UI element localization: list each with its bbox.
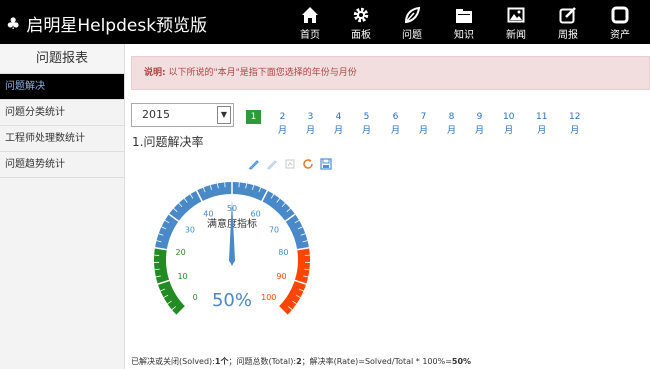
line-icon[interactable] xyxy=(284,155,296,169)
nav-label: 新闻 xyxy=(506,30,526,41)
sidebar: 问题报表 问题解决 问题分类统计 工程师处理数统计 问题趋势统计 xyxy=(0,44,125,369)
nav-label: 资产 xyxy=(610,30,630,41)
sidebar-item-trend-stats[interactable]: 问题趋势统计 xyxy=(0,152,124,178)
month-tab[interactable]: 12月 xyxy=(569,110,580,138)
month-tab[interactable]: 6月 xyxy=(391,110,400,138)
chart-toolbox xyxy=(248,155,332,170)
sidebar-title: 问题报表 xyxy=(0,44,124,74)
image-icon xyxy=(507,7,525,23)
gauge-needle-hub xyxy=(229,257,235,263)
month-tab[interactable]: 11月 xyxy=(536,110,547,138)
gauge-band xyxy=(278,247,310,316)
sidebar-item-engineer-stats[interactable]: 工程师处理数统计 xyxy=(0,126,124,152)
notice-prefix: 说明: xyxy=(144,68,166,78)
solved-label: 已解决或关闭(Solved): xyxy=(131,357,215,366)
edit-icon xyxy=(559,7,576,24)
nav-issues[interactable]: 问题 xyxy=(392,6,432,41)
nav-label: 面板 xyxy=(351,30,371,41)
top-bar: ♣ 启明星Helpdesk预览版 首页 面板 问题 知识 新闻 周报 资产 xyxy=(0,0,650,44)
rate-value: 50% xyxy=(451,357,472,366)
notice-alert: 说明: 以下所说的"本月"是指下面您选择的年份与月份 xyxy=(131,56,650,90)
nav-weekly-report[interactable]: 周报 xyxy=(548,6,588,41)
year-value: 2015 xyxy=(142,108,170,121)
nav-dashboard[interactable]: 面板 xyxy=(341,6,381,41)
month-tab[interactable]: 7月 xyxy=(419,110,428,138)
resolution-summary: 已解决或关闭(Solved):1个；问题总数(Total):2；解决率(Rate… xyxy=(131,356,471,367)
month-tab[interactable]: 2月 xyxy=(278,110,287,138)
gauge-tick-label: 20 xyxy=(176,248,186,257)
month-tab[interactable]: 10月 xyxy=(503,110,514,138)
gauge-tick-label: 80 xyxy=(278,248,288,257)
box-icon xyxy=(611,6,629,24)
save-icon[interactable] xyxy=(320,155,332,170)
notice-text: 以下所说的"本月"是指下面您选择的年份与月份 xyxy=(168,68,357,78)
gauge-tick-label: 70 xyxy=(269,225,279,234)
month-tab[interactable]: 8月 xyxy=(447,110,456,138)
app-title: 启明星Helpdesk预览版 xyxy=(26,16,208,36)
nav-label: 首页 xyxy=(300,30,320,41)
total-label: ；问题总数(Total): xyxy=(228,357,297,366)
sidebar-item-issue-resolution[interactable]: 问题解决 xyxy=(0,74,124,100)
gauge-chart: 0102030405060708090100 满意度指标 50% xyxy=(154,181,310,316)
restore-icon[interactable] xyxy=(266,155,278,170)
folder-icon xyxy=(456,9,472,23)
data-view-icon[interactable] xyxy=(248,155,260,170)
nav-news[interactable]: 新闻 xyxy=(496,6,536,41)
month-tab[interactable]: 9月 xyxy=(475,110,484,138)
month-tab[interactable]: 4月 xyxy=(334,110,343,138)
month-tab[interactable]: 1月 xyxy=(246,110,261,136)
nav-label: 问题 xyxy=(402,30,422,41)
gauge-tick-label: 90 xyxy=(276,272,286,281)
tree-logo-icon: ♣ xyxy=(6,14,21,33)
nav-assets[interactable]: 资产 xyxy=(600,6,640,41)
app-brand[interactable]: ♣ 启明星Helpdesk预览版 xyxy=(6,11,207,36)
gauge-tick-label: 40 xyxy=(203,210,213,219)
gauge-tick-label: 0 xyxy=(193,293,198,302)
gauge-tick-label: 30 xyxy=(185,225,195,234)
gauge-tick-label: 100 xyxy=(261,293,276,302)
gauge-value-label: 50% xyxy=(212,290,252,311)
rate-label: ；解决率(Rate)=Solved/Total * 100%= xyxy=(301,357,452,366)
refresh-icon[interactable] xyxy=(302,155,314,169)
section-title: 1.问题解决率 xyxy=(132,135,204,149)
home-icon xyxy=(302,7,318,23)
gauge-band xyxy=(154,247,186,316)
leaf-icon xyxy=(404,6,421,24)
month-tab[interactable]: 5月 xyxy=(362,110,371,138)
month-tab[interactable]: 3月 xyxy=(306,110,315,138)
nav-label: 知识 xyxy=(454,30,474,41)
gauge-tick-label: 60 xyxy=(251,210,261,219)
nav-label: 周报 xyxy=(558,30,578,41)
year-select[interactable]: 2015 ▼ xyxy=(131,103,234,127)
nav-home[interactable]: 首页 xyxy=(290,6,330,41)
solved-value: 1个 xyxy=(214,357,229,366)
chevron-down-icon[interactable]: ▼ xyxy=(217,106,231,124)
sidebar-item-category-stats[interactable]: 问题分类统计 xyxy=(0,100,124,126)
nav-knowledge[interactable]: 知识 xyxy=(444,6,484,41)
gear-icon xyxy=(353,7,369,23)
gauge-tick-label: 10 xyxy=(177,272,187,281)
